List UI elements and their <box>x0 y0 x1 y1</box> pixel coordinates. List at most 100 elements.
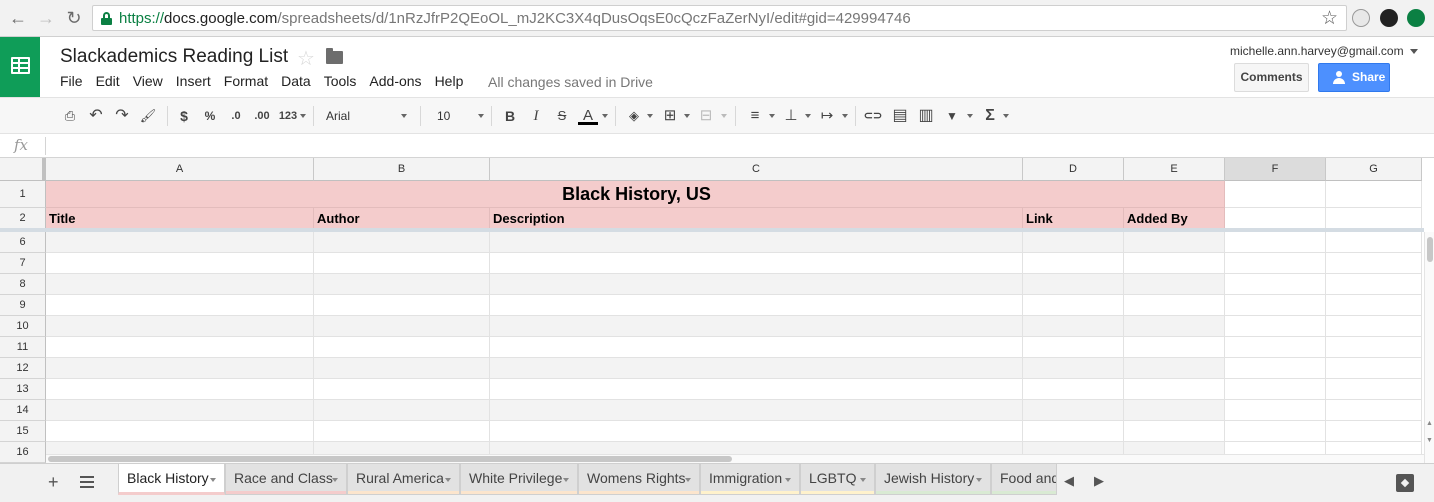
scroll-up-icon[interactable]: ▲ <box>1426 420 1433 427</box>
vertical-scroll-thumb[interactable] <box>1427 237 1433 262</box>
header-cell-title[interactable]: Title <box>46 208 314 229</box>
grid-cell[interactable] <box>314 358 490 379</box>
menu-tools[interactable]: Tools <box>324 73 357 89</box>
tab-menu-caret-icon[interactable] <box>332 478 338 482</box>
insert-comment-icon[interactable]: ▤ <box>890 106 910 126</box>
sheet-tab[interactable]: Black History <box>118 464 225 495</box>
grid-cell[interactable] <box>1225 232 1326 253</box>
more-formats-button[interactable]: 123 <box>276 106 300 126</box>
italic-button[interactable]: I <box>526 106 546 126</box>
save-status[interactable]: All changes saved in Drive <box>488 74 653 90</box>
bold-button[interactable]: B <box>500 106 520 126</box>
grid-cell[interactable] <box>1023 379 1124 400</box>
column-header-f[interactable]: F <box>1225 158 1326 181</box>
sheet-tab[interactable]: Womens Rights <box>578 464 700 495</box>
grid-cell[interactable] <box>1225 208 1326 229</box>
grid-cell[interactable] <box>1225 379 1326 400</box>
tab-menu-caret-icon[interactable] <box>445 478 451 482</box>
column-header-a[interactable]: A <box>46 158 314 181</box>
account-switcher[interactable]: michelle.ann.harvey@gmail.com <box>1230 44 1418 58</box>
grid-cell[interactable] <box>1023 421 1124 442</box>
tab-menu-caret-icon[interactable] <box>860 478 866 482</box>
grid-cell[interactable] <box>490 421 1023 442</box>
grid-cell[interactable] <box>46 358 314 379</box>
grid-cell[interactable] <box>1124 295 1225 316</box>
grid-cell[interactable] <box>1225 253 1326 274</box>
tab-menu-caret-icon[interactable] <box>210 478 216 482</box>
grid-cell[interactable] <box>1326 421 1422 442</box>
grid-cell[interactable] <box>490 295 1023 316</box>
document-title[interactable]: Slackademics Reading List <box>60 46 288 68</box>
row-header[interactable]: 6 <box>0 232 46 253</box>
grid-cell[interactable] <box>314 337 490 358</box>
column-header-b[interactable]: B <box>314 158 490 181</box>
grid-cell[interactable] <box>490 316 1023 337</box>
currency-format-button[interactable]: $ <box>175 106 193 126</box>
grid-cell[interactable] <box>1225 181 1326 208</box>
grid-cell[interactable] <box>1326 379 1422 400</box>
grid-cell[interactable] <box>490 400 1023 421</box>
grid-cell[interactable] <box>1326 232 1422 253</box>
header-cell-author[interactable]: Author <box>314 208 490 229</box>
column-header-d[interactable]: D <box>1023 158 1124 181</box>
menu-add-ons[interactable]: Add-ons <box>369 73 421 89</box>
row-header[interactable]: 12 <box>0 358 46 379</box>
strikethrough-button[interactable]: S <box>552 106 572 126</box>
insert-link-icon[interactable]: ⊂⊃ <box>862 106 884 126</box>
grid-cell[interactable] <box>46 316 314 337</box>
grid-cell[interactable] <box>490 232 1023 253</box>
grid-cell[interactable] <box>1225 358 1326 379</box>
menu-help[interactable]: Help <box>435 73 464 89</box>
grid-cell[interactable] <box>1225 400 1326 421</box>
explore-icon[interactable] <box>1396 474 1414 492</box>
grid-cell[interactable] <box>314 379 490 400</box>
share-button[interactable]: Share <box>1318 63 1390 92</box>
formula-bar[interactable]: fx <box>0 134 1434 158</box>
row-header-2[interactable]: 2 <box>0 208 46 229</box>
grid-cell[interactable] <box>1326 208 1422 229</box>
sheet-tab[interactable]: White Privilege <box>460 464 578 495</box>
grid-cell[interactable] <box>1023 232 1124 253</box>
header-cell-description[interactable]: Description <box>490 208 1023 229</box>
folder-icon[interactable] <box>326 48 343 64</box>
grid-cell[interactable] <box>46 379 314 400</box>
grid-cell[interactable] <box>1023 316 1124 337</box>
grid-cell[interactable] <box>46 400 314 421</box>
grid-cell[interactable] <box>1124 274 1225 295</box>
grid-cell[interactable] <box>490 358 1023 379</box>
tab-menu-caret-icon[interactable] <box>563 478 569 482</box>
grid-cell[interactable] <box>314 316 490 337</box>
grid-cell[interactable] <box>1023 274 1124 295</box>
menu-view[interactable]: View <box>133 73 163 89</box>
horizontal-align-icon[interactable]: ≡ <box>745 106 765 126</box>
menu-edit[interactable]: Edit <box>96 73 120 89</box>
grid-cell[interactable] <box>1225 421 1326 442</box>
menu-insert[interactable]: Insert <box>176 73 211 89</box>
undo-icon[interactable]: ↶ <box>86 106 106 126</box>
forward-icon[interactable]: → <box>36 8 56 28</box>
grid-cell[interactable] <box>314 274 490 295</box>
grid-cell[interactable] <box>1124 421 1225 442</box>
font-family-dropdown[interactable]: Arial <box>326 105 410 127</box>
grid-cell[interactable] <box>490 379 1023 400</box>
grid-cell[interactable] <box>1225 316 1326 337</box>
comments-button[interactable]: Comments <box>1234 63 1309 92</box>
grid-cell[interactable] <box>1124 400 1225 421</box>
row-header[interactable]: 15 <box>0 421 46 442</box>
fill-color-icon[interactable]: ◈ <box>624 106 644 126</box>
scroll-tabs-left-icon[interactable]: ◀ <box>1064 473 1074 489</box>
star-icon[interactable]: ☆ <box>297 46 315 71</box>
grid-cell[interactable] <box>1124 337 1225 358</box>
grid-cell[interactable] <box>1124 253 1225 274</box>
bookmark-star-icon[interactable]: ☆ <box>1321 7 1338 30</box>
column-header-e[interactable]: E <box>1124 158 1225 181</box>
sheet-title-cell[interactable]: Black History, US <box>46 181 1225 208</box>
scroll-tabs-right-icon[interactable]: ▶ <box>1094 473 1104 489</box>
decrease-decimal-button[interactable]: .0 <box>226 106 246 126</box>
grid-cell[interactable] <box>1023 358 1124 379</box>
grid-cell[interactable] <box>1225 274 1326 295</box>
grid-cell[interactable] <box>46 232 314 253</box>
vertical-scrollbar[interactable]: ▲ ▼ <box>1424 232 1434 463</box>
grid-cell[interactable] <box>490 274 1023 295</box>
row-header[interactable]: 10 <box>0 316 46 337</box>
